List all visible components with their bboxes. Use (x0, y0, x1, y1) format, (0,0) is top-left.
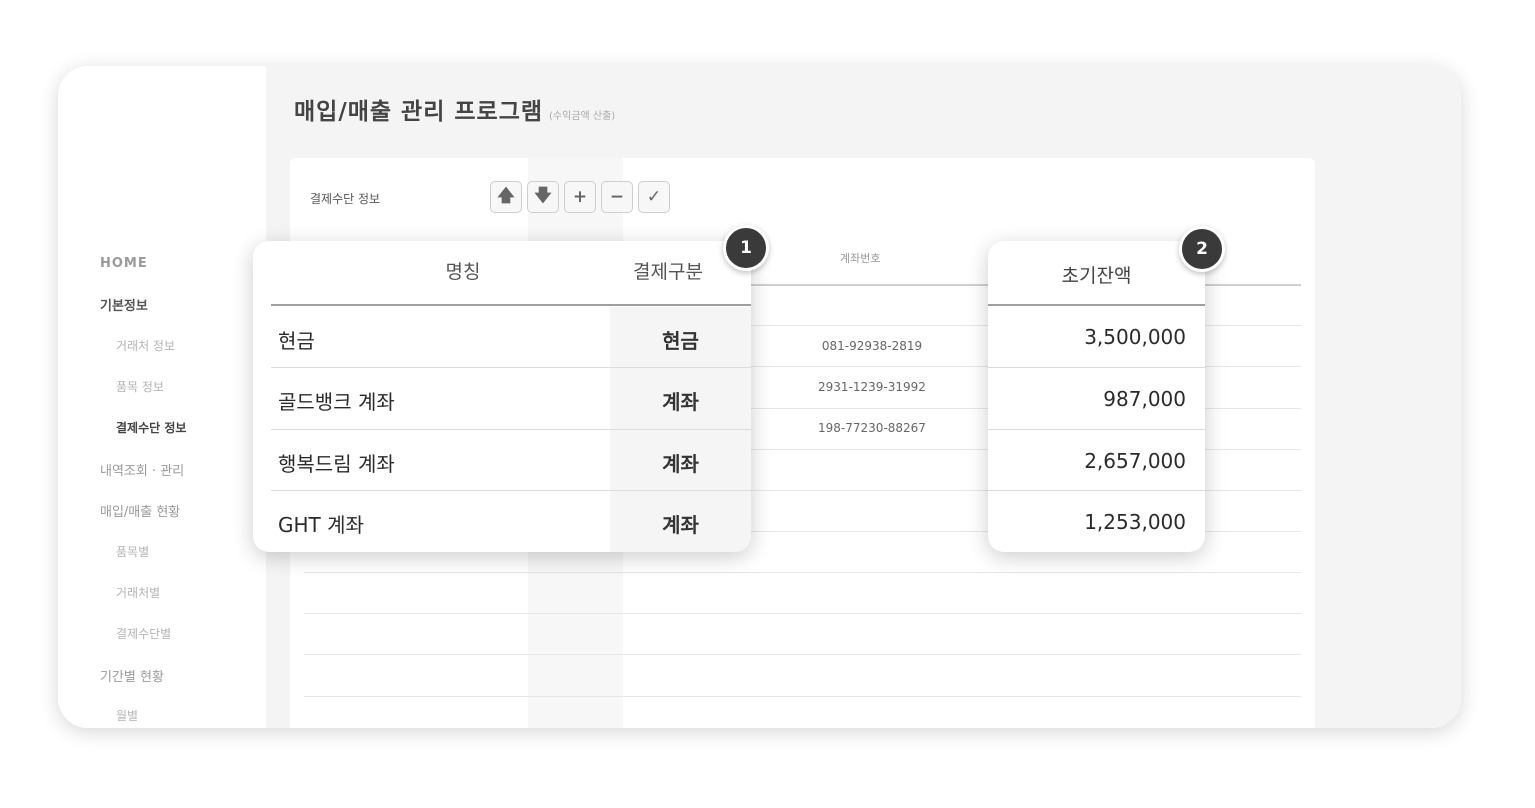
callout-badge-1: 1 (723, 225, 769, 271)
row-divider (304, 654, 1301, 655)
sidebar-item-history[interactable]: 내역조회 · 관리 (100, 460, 184, 479)
row-divider (271, 429, 751, 430)
minus-icon: − (609, 187, 625, 207)
row-type: 현금 (662, 329, 699, 353)
row-divider (304, 572, 1301, 573)
callout-initial-balance: 초기잔액 3,500,000 987,000 2,657,000 1,253,0… (988, 241, 1205, 552)
row-type: 계좌 (662, 513, 699, 537)
row-name: 현금 (278, 329, 315, 353)
account-number-cell: 081-92938-2819 (821, 339, 923, 353)
row-name: 골드뱅크 계좌 (278, 390, 395, 414)
plus-icon: + (572, 187, 588, 207)
initial-balance-header: 초기잔액 (1061, 265, 1132, 287)
move-up-button[interactable]: 🡅 (490, 181, 522, 213)
row-divider (271, 490, 751, 491)
page-title: 매입/매출 관리 프로그램 (수익금액 산출) (294, 92, 615, 126)
sidebar-item-by-item[interactable]: 품목별 (116, 543, 149, 560)
sidebar-item-client-info[interactable]: 거래처 정보 (116, 337, 175, 354)
row-divider (304, 696, 1301, 697)
add-button[interactable]: + (564, 181, 596, 213)
remove-button[interactable]: − (601, 181, 633, 213)
row-type: 계좌 (662, 452, 699, 476)
account-number-header: 계좌번호 (840, 252, 881, 265)
sidebar-item-payment-info[interactable]: 결제수단 정보 (116, 419, 186, 436)
row-type: 계좌 (662, 390, 699, 414)
account-number-cell: 198-77230-88267 (818, 421, 926, 435)
arrow-up-icon: 🡅 (497, 185, 515, 206)
account-number-cell: 2931-1239-31992 (818, 380, 926, 394)
sidebar-item-basic-info[interactable]: 기본정보 (100, 295, 148, 314)
callout-badge-2: 2 (1179, 226, 1225, 272)
balance-cell: 987,000 (1103, 387, 1186, 411)
sidebar-item-period-status[interactable]: 기간별 현황 (100, 666, 164, 685)
move-down-button[interactable]: 🡇 (527, 181, 559, 213)
sidebar-item-monthly[interactable]: 월별 (116, 707, 138, 724)
balance-cell: 3,500,000 (1084, 325, 1186, 349)
sidebar-item-item-info[interactable]: 품목 정보 (116, 378, 164, 395)
name-header: 명칭 (445, 261, 481, 283)
callout-name-type: 명칭 결제구분 현금 현금 골드뱅크 계좌 계좌 행복드림 계좌 계좌 GHT … (253, 241, 751, 552)
page-title-text: 매입/매출 관리 프로그램 (294, 99, 544, 125)
panel-title: 결제수단 정보 (310, 192, 381, 206)
sidebar-item-by-client[interactable]: 거래처별 (116, 584, 160, 601)
header-divider (988, 304, 1205, 306)
row-divider (988, 367, 1205, 368)
confirm-button[interactable]: ✓ (638, 181, 670, 213)
row-divider (271, 367, 751, 368)
toolbar: 🡅 🡇 + − ✓ (490, 181, 670, 213)
arrow-down-icon: 🡇 (534, 185, 552, 206)
balance-cell: 2,657,000 (1084, 449, 1186, 473)
sidebar-item-purchase-sales-status[interactable]: 매입/매출 현황 (100, 501, 180, 520)
type-header: 결제구분 (633, 261, 703, 283)
page-subtitle: (수익금액 산출) (549, 111, 616, 122)
sidebar-item-by-payment[interactable]: 결제수단별 (116, 625, 171, 642)
sidebar: HOME 기본정보 거래처 정보 품목 정보 결제수단 정보 내역조회 · 관리… (58, 66, 266, 728)
row-divider (988, 490, 1205, 491)
sidebar-item-home[interactable]: HOME (100, 256, 148, 271)
header-divider (271, 304, 751, 306)
check-icon: ✓ (646, 187, 662, 207)
row-divider (988, 429, 1205, 430)
balance-cell: 1,253,000 (1084, 510, 1186, 534)
row-name: GHT 계좌 (278, 513, 364, 537)
row-name: 행복드림 계좌 (278, 452, 395, 476)
row-divider (304, 613, 1301, 614)
